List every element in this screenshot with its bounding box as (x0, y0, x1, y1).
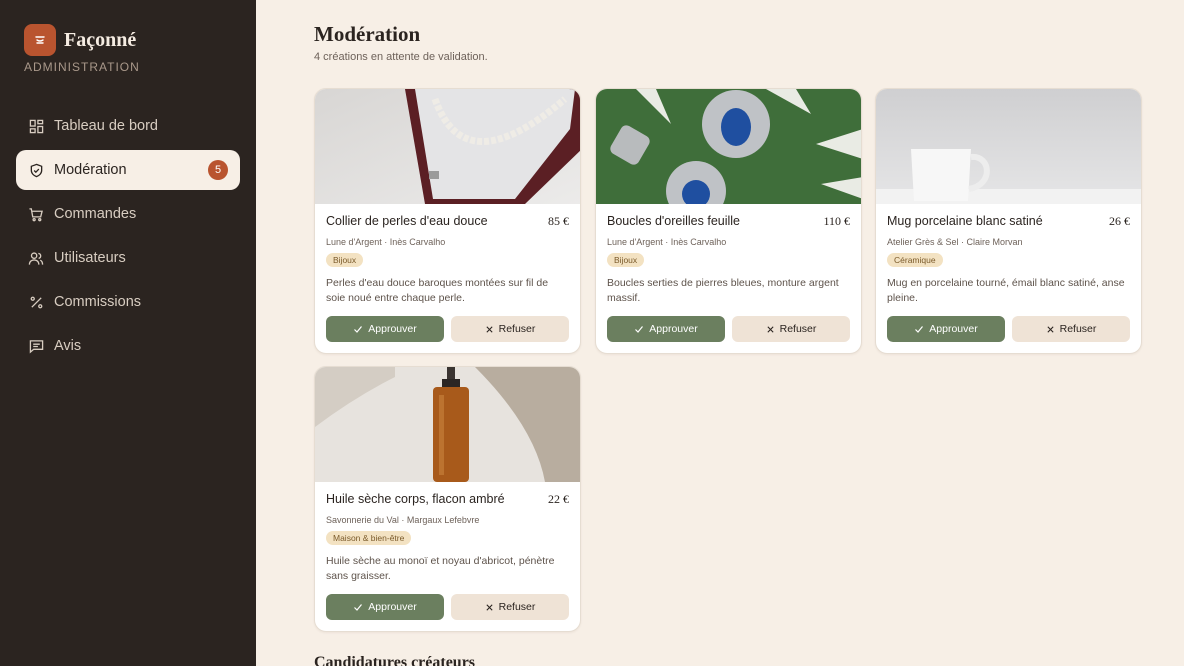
sidebar-item-moderation[interactable]: Modération 5 (16, 150, 240, 190)
approve-button[interactable]: Approuver (326, 316, 444, 342)
sidebar-item-commissions[interactable]: Commissions (16, 282, 240, 322)
dashboard-icon (28, 118, 44, 134)
approve-button[interactable]: Approuver (607, 316, 725, 342)
reject-button[interactable]: Refuser (732, 316, 850, 342)
approve-label: Approuver (368, 601, 417, 613)
sidebar-item-label: Commissions (54, 294, 142, 310)
shield-check-icon (28, 162, 44, 178)
product-title: Mug porcelaine blanc satiné (887, 214, 1043, 228)
sidebar-item-users[interactable]: Utilisateurs (16, 238, 240, 278)
product-price: 22 € (548, 492, 569, 506)
check-icon (634, 324, 644, 334)
product-card: Huile sèche corps, flacon ambré 22 € Sav… (314, 366, 581, 632)
sidebar-item-label: Modération (54, 162, 127, 178)
product-image-earrings-leaf (596, 89, 861, 204)
product-description: Perles d'eau douce baroques montées sur … (326, 277, 549, 304)
product-seller: Lune d'Argent · Inès Carvalho (326, 237, 446, 247)
approve-label: Approuver (649, 323, 698, 335)
check-icon (353, 324, 363, 334)
cart-icon (28, 206, 44, 222)
approve-button[interactable]: Approuver (326, 594, 444, 620)
product-price: 110 € (823, 214, 850, 228)
product-seller: Savonnerie du Val · Margaux Lefebvre (326, 515, 480, 525)
percent-icon (28, 294, 44, 310)
page-header: Modération 4 créations en attente de val… (314, 22, 1142, 63)
product-description: Huile sèche au monoï et noyau d'abricot,… (326, 555, 555, 582)
moderation-count-badge: 5 (208, 160, 228, 180)
close-icon (485, 603, 494, 612)
reject-label: Refuser (498, 323, 536, 335)
page-title: Modération (314, 22, 421, 46)
product-title: Huile sèche corps, flacon ambré (326, 492, 505, 506)
reject-button[interactable]: Refuser (1012, 316, 1130, 342)
product-card: Mug porcelaine blanc satiné 26 € Atelier… (875, 88, 1142, 354)
check-icon (353, 602, 363, 612)
product-image-pearl-necklace (315, 89, 580, 204)
brand-name: Façonné (64, 28, 137, 51)
sidebar-item-label: Utilisateurs (54, 250, 126, 266)
close-icon (485, 325, 494, 334)
sidebar-item-label: Commandes (54, 206, 137, 222)
reject-label: Refuser (779, 323, 817, 335)
approve-button[interactable]: Approuver (887, 316, 1005, 342)
product-price: 26 € (1109, 214, 1130, 228)
sidebar-item-label: Avis (54, 338, 82, 354)
check-icon (914, 324, 924, 334)
product-card: Collier de perles d'eau douce 85 € Lune … (314, 88, 581, 354)
approve-label: Approuver (929, 323, 978, 335)
section-title-creator-applications: Candidatures créateurs (314, 654, 476, 666)
product-description: Boucles serties de pierres bleues, montu… (607, 277, 839, 304)
category-tag: Maison & bien-être (326, 531, 412, 545)
product-price: 85 € (548, 214, 569, 228)
reject-button[interactable]: Refuser (451, 316, 569, 342)
message-icon (28, 338, 44, 354)
sidebar-item-label: Tableau de bord (54, 118, 158, 134)
category-tag: Bijoux (607, 253, 645, 267)
close-icon (1046, 325, 1055, 334)
product-image-white-mug (876, 89, 1141, 204)
product-image-amber-bottle (315, 367, 580, 482)
reject-button[interactable]: Refuser (451, 594, 569, 620)
brand-subtitle: ADMINISTRATION (24, 60, 140, 74)
users-icon (28, 250, 44, 266)
close-icon (766, 325, 775, 334)
category-tag: Céramique (887, 253, 943, 267)
sidebar: Façonné ADMINISTRATION Tableau de bord M… (0, 0, 256, 666)
category-tag: Bijoux (326, 253, 364, 267)
sidebar-item-orders[interactable]: Commandes (16, 194, 240, 234)
sidebar-item-reviews[interactable]: Avis (16, 326, 240, 366)
product-card: Boucles d'oreilles feuille 110 € Lune d'… (595, 88, 862, 354)
page-subtitle: 4 créations en attente de validation. (314, 51, 488, 63)
pot-icon (24, 24, 56, 56)
sidebar-nav: Tableau de bord Modération 5 Commandes U… (16, 106, 240, 370)
product-title: Boucles d'oreilles feuille (607, 214, 741, 228)
product-description: Mug en porcelaine tourné, émail blanc sa… (887, 277, 1125, 304)
approve-label: Approuver (368, 323, 417, 335)
reject-label: Refuser (498, 601, 536, 613)
reject-label: Refuser (1059, 323, 1097, 335)
brand[interactable]: Façonné (24, 24, 136, 56)
product-seller: Atelier Grès & Sel · Claire Morvan (887, 237, 1023, 247)
product-seller: Lune d'Argent · Inès Carvalho (607, 237, 727, 247)
product-title: Collier de perles d'eau douce (326, 214, 488, 228)
sidebar-item-dashboard[interactable]: Tableau de bord (16, 106, 240, 146)
